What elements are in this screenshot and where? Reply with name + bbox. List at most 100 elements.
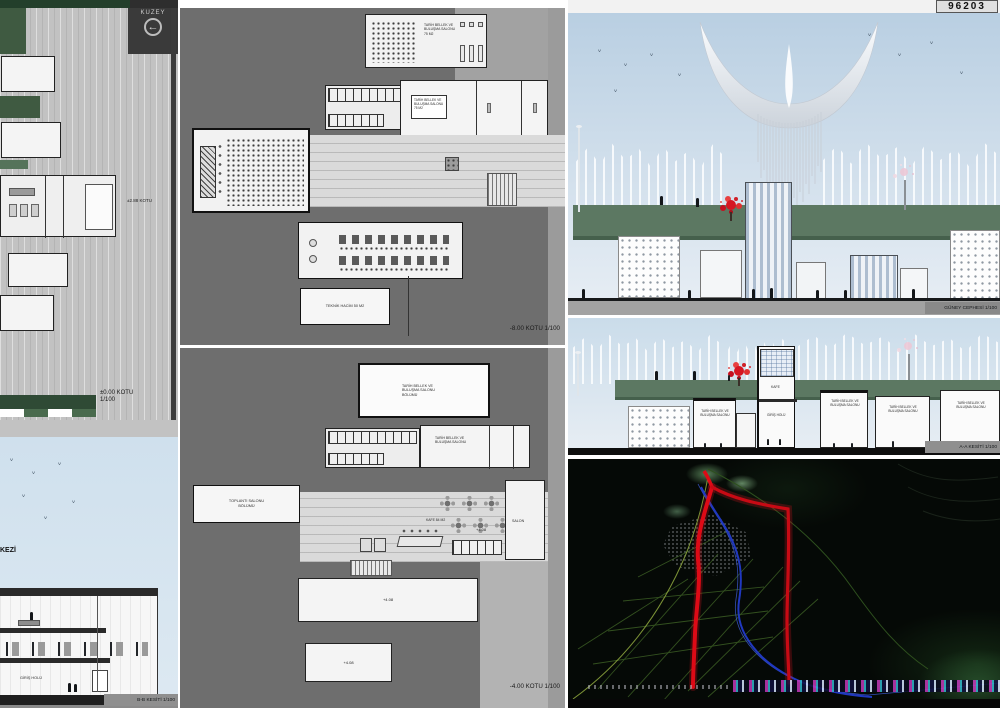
side-seats [218, 142, 222, 198]
wc-stalls [452, 540, 502, 555]
striped-building [850, 255, 898, 300]
section-caption: A-A KESİTİ 1/100 [925, 441, 1000, 453]
concert-hall [192, 128, 310, 213]
pink-tree [904, 342, 912, 350]
terrace-box: +4.08 [298, 578, 478, 622]
person-figure [696, 198, 699, 207]
bird-icon: v [614, 89, 617, 94]
room-label: TARİH BELLEK VE BULUŞMA SALONU 75 m2 [424, 23, 456, 36]
glass-roof-room [760, 349, 794, 377]
segmented-band [0, 409, 96, 417]
lit-strip [733, 680, 1000, 692]
memory-hall-room: TARİH BELLEK VE BULUŞMA SALONU 75 m2 [400, 80, 548, 136]
fixture [309, 255, 317, 263]
plan-room [1, 56, 55, 92]
red-tree-trunk [738, 378, 740, 386]
fixture [469, 22, 474, 27]
fixture [309, 239, 317, 247]
plan-room-cluster [0, 175, 116, 237]
table [9, 188, 35, 196]
desk [18, 620, 40, 626]
cafe-table [451, 518, 466, 533]
fixture [460, 22, 465, 27]
long-tables [339, 235, 449, 244]
chair [9, 204, 17, 217]
wc-stalls [328, 453, 384, 465]
dot-facade-building [950, 230, 1000, 300]
cafe-table [484, 496, 499, 511]
bird-icon: v [32, 471, 35, 476]
fixture [478, 22, 483, 27]
terrace-box: +4.08 [305, 643, 392, 682]
cafe-label: KAFE 84 m2 [426, 518, 448, 522]
person-figure [770, 288, 773, 298]
counter [397, 536, 444, 547]
person-figure [892, 441, 894, 447]
floor-slab [0, 628, 106, 633]
hall-label: GİRİŞ HOLÜ [20, 676, 42, 681]
person-figure [655, 371, 658, 380]
cafe-label: KAFE [771, 385, 780, 389]
person-figure [728, 375, 730, 381]
bird-icon: v [10, 458, 13, 463]
meeting-room: TOPLANTI SALONU BÖLÜMÜ [193, 485, 300, 523]
fixture [469, 45, 474, 62]
plan-caption: -8.00 KOTU 1/100 [475, 325, 560, 332]
cafe-seating-row [6, 642, 148, 656]
technical-room: TEKNİK HACİM 50 m2 [300, 288, 390, 325]
pink-tree-trunk [904, 180, 906, 210]
site-routes [568, 459, 1000, 708]
label-box: TARİH BELLEK VE BULUŞMA SALONU 75 m2 [411, 95, 447, 119]
green-band [0, 395, 96, 409]
bird-icon: v [598, 49, 601, 54]
floor-slab [0, 658, 110, 663]
plan-caption: -4.00 KOTU 1/100 [470, 683, 560, 690]
bird-icon: v [898, 53, 901, 58]
elevator [374, 538, 386, 552]
building [700, 250, 742, 298]
dot-facade-building [618, 236, 680, 298]
door-frame [92, 670, 108, 692]
fixture [460, 45, 465, 62]
room-section: TARİH BELLEK VE BULUŞMA SALONU [940, 390, 1000, 448]
corridor-room [736, 413, 756, 448]
building [796, 262, 826, 300]
plan-room [1, 122, 61, 158]
long-tables [339, 256, 449, 265]
top-dark-bar [130, 0, 178, 8]
room-section: TARİH BELLEK VE BULUŞMA SALONU [875, 396, 930, 448]
green-block [0, 160, 28, 169]
panel-south-elevation: 96203 v v v v v v v v v [568, 0, 1000, 315]
panel-ground-plan: KUZEY ← ±2.88 KOTU ±0.00 KOTU 1/100 [0, 0, 178, 437]
person-figure [660, 196, 663, 205]
room-section: TARİH BELLEK VE BULUŞMA SALONU [820, 390, 868, 448]
chairs [339, 246, 449, 251]
foyer-corridor: GİRİŞ HOLÜ 50 m2 [305, 135, 565, 207]
seminar-room: TARİH BELLEK VE BULUŞMA SALONU 75 m2 [365, 14, 487, 68]
dot-facade-room [628, 406, 690, 448]
wc-stalls [328, 114, 384, 127]
wc-block [325, 428, 420, 468]
bird-icon: v [22, 494, 25, 499]
cafe-table [462, 496, 477, 511]
bottom-band [568, 699, 1000, 708]
stairs [350, 560, 392, 576]
salon-room: SALON [505, 480, 545, 560]
wc-stalls [328, 431, 417, 444]
bird-icon: v [44, 516, 47, 521]
road-marks [588, 685, 728, 689]
elevation-caption: GÜNEY CEPHESİ 1/100 [925, 302, 1000, 314]
pole-forest [573, 332, 723, 384]
tall-building-section: KAFE GİRİŞ HOLÜ [757, 346, 795, 448]
panel-site-plan [568, 459, 1000, 708]
entry-hall-label: GİRİŞ HOLÜ [767, 413, 791, 417]
light-edge [548, 348, 565, 708]
caption-scale: 1/100 [100, 397, 172, 404]
lamp-post [577, 354, 579, 396]
lamp-post [578, 128, 580, 212]
level-mark: +4.08 [476, 528, 486, 532]
panel-section-aa: TARİH BELLEK VE BULUŞMA SALONU KAFE GİRİ… [568, 318, 1000, 455]
fixture [533, 103, 537, 113]
memory-dept-box: TARİH BELLEK VE BULUŞMA SALONU BÖLÜMÜ [358, 363, 490, 418]
panel-plan-minus4: TARİH BELLEK VE BULUŞMA SALONU BÖLÜMÜ TA… [180, 348, 565, 708]
